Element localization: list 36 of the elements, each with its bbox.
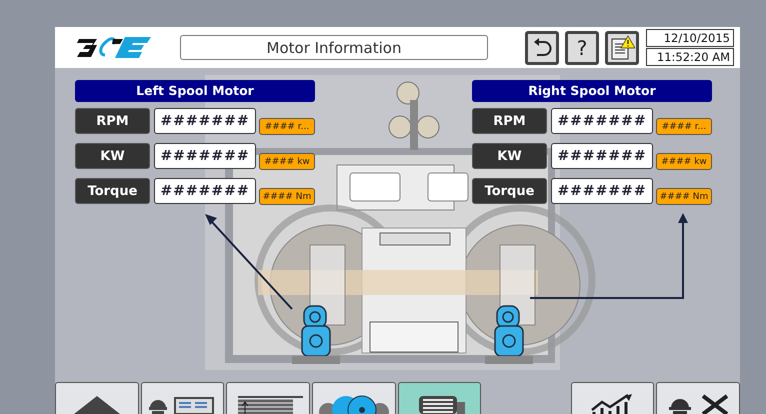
back-button[interactable]: [525, 30, 559, 64]
parameter-label: RPM: [75, 108, 150, 134]
time-display: 11:52:20 AM: [646, 48, 734, 66]
document-warning-icon: [609, 34, 635, 60]
nav-button[interactable]: [656, 382, 740, 414]
parameter-label: RPM: [472, 108, 547, 134]
unit-readout: #### kw: [259, 153, 315, 170]
nav-button[interactable]: [226, 382, 310, 414]
value-field: #######: [551, 178, 653, 204]
panel-title: Right Spool Motor: [472, 80, 712, 102]
parameter-label: Torque: [472, 178, 547, 204]
value-field: #######: [551, 143, 653, 169]
nav-button[interactable]: [312, 382, 396, 414]
parameter-label: Torque: [75, 178, 150, 204]
alarm-log-button[interactable]: [605, 30, 639, 64]
home-icon: [72, 394, 122, 414]
panel-title: Left Spool Motor: [75, 80, 315, 102]
value-field: #######: [154, 108, 256, 134]
parameter-label: KW: [472, 143, 547, 169]
undo-icon: [532, 36, 552, 58]
date-display: 12/10/2015: [646, 29, 734, 47]
value-field: #######: [154, 143, 256, 169]
unit-readout: #### r...: [259, 118, 315, 135]
unit-readout: #### Nm: [259, 188, 315, 205]
nav-button[interactable]: [570, 382, 654, 414]
value-field: #######: [154, 178, 256, 204]
nav-button[interactable]: [140, 382, 224, 414]
unit-readout: #### r...: [656, 118, 712, 135]
unit-readout: #### kw: [656, 153, 712, 170]
nav-button[interactable]: [55, 382, 139, 414]
help-button[interactable]: ?: [565, 30, 599, 64]
parameter-label: KW: [75, 143, 150, 169]
nav-button[interactable]: [398, 382, 482, 414]
value-field: #######: [551, 108, 653, 134]
screen-title: Motor Information: [180, 35, 488, 60]
unit-readout: #### Nm: [656, 188, 712, 205]
